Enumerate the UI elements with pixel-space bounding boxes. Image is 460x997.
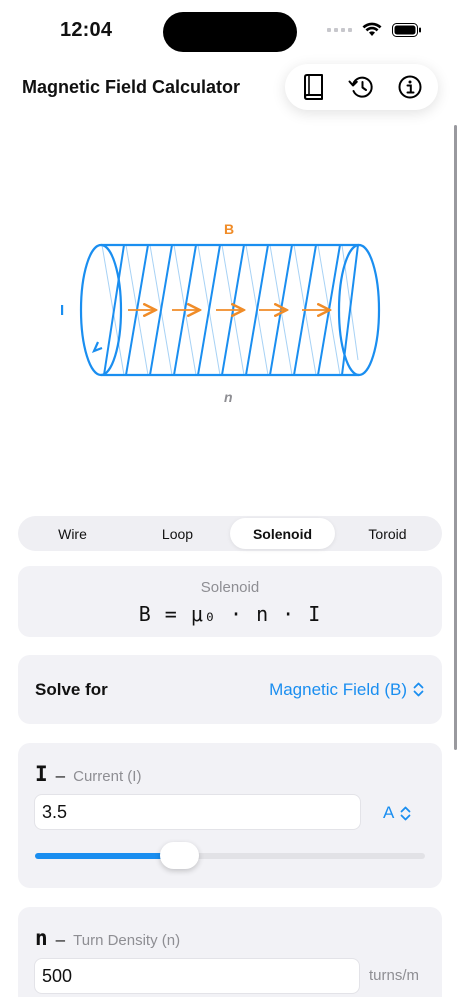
solve-for-card: Solve for Magnetic Field (B) (18, 655, 442, 724)
status-time: 12:04 (60, 19, 113, 41)
chevron-up-down-icon (413, 682, 424, 697)
current-dash: – (55, 766, 66, 785)
solve-for-picker[interactable]: Magnetic Field (B) (269, 680, 424, 700)
cellular-signal-icon (327, 27, 352, 32)
current-header: I – Current (I) (35, 762, 141, 786)
scrollbar[interactable] (454, 125, 457, 750)
status-icons (327, 22, 422, 37)
field-label: B (224, 221, 235, 237)
reference-button[interactable] (296, 70, 330, 104)
info-icon (398, 75, 422, 99)
current-card: I – Current (I) 3.5 A (18, 743, 442, 888)
toolbar (285, 64, 438, 110)
history-button[interactable] (344, 70, 378, 104)
current-unit-picker[interactable]: A (383, 803, 411, 823)
wifi-icon (362, 22, 382, 36)
current-description: Current (I) (73, 768, 142, 785)
solenoid-diagram (79, 243, 381, 377)
density-symbol: n (35, 926, 48, 950)
formula-name: Solenoid (200, 579, 260, 596)
formula-expression: B = μ₀ · n · I (138, 602, 322, 626)
tab-wire[interactable]: Wire (20, 518, 125, 549)
density-header: n – Turn Density (n) (35, 926, 180, 950)
solve-for-label: Solve for (35, 679, 108, 699)
solve-for-value: Magnetic Field (B) (269, 679, 407, 699)
status-bar: 12:04 (0, 0, 460, 60)
page-title: Magnetic Field Calculator (22, 77, 241, 97)
book-icon (304, 74, 324, 100)
formula-card: Solenoid B = μ₀ · n · I (18, 566, 442, 637)
density-description: Turn Density (n) (73, 932, 181, 949)
dynamic-island (163, 12, 297, 52)
info-button[interactable] (393, 70, 427, 104)
current-input[interactable]: 3.5 (34, 794, 361, 830)
density-unit: turns/m (369, 967, 420, 984)
current-unit: A (383, 803, 395, 822)
geometry-segmented-control: Wire Loop Solenoid Toroid (18, 516, 442, 551)
history-icon (348, 76, 374, 98)
tab-toroid[interactable]: Toroid (335, 518, 440, 549)
current-slider-fill (35, 853, 180, 859)
current-label: I (60, 302, 65, 319)
current-symbol: I (35, 762, 48, 786)
density-dash: – (55, 930, 66, 949)
turn-density-label: n (224, 389, 233, 405)
chevron-up-down-icon (400, 806, 411, 820)
tab-loop[interactable]: Loop (125, 518, 230, 549)
density-input[interactable]: 500 (34, 958, 360, 994)
turn-density-card: n – Turn Density (n) 500 turns/m (18, 907, 442, 997)
tab-solenoid[interactable]: Solenoid (230, 518, 335, 549)
battery-icon (392, 22, 421, 37)
current-slider[interactable] (35, 842, 425, 869)
current-slider-thumb[interactable] (159, 842, 199, 869)
